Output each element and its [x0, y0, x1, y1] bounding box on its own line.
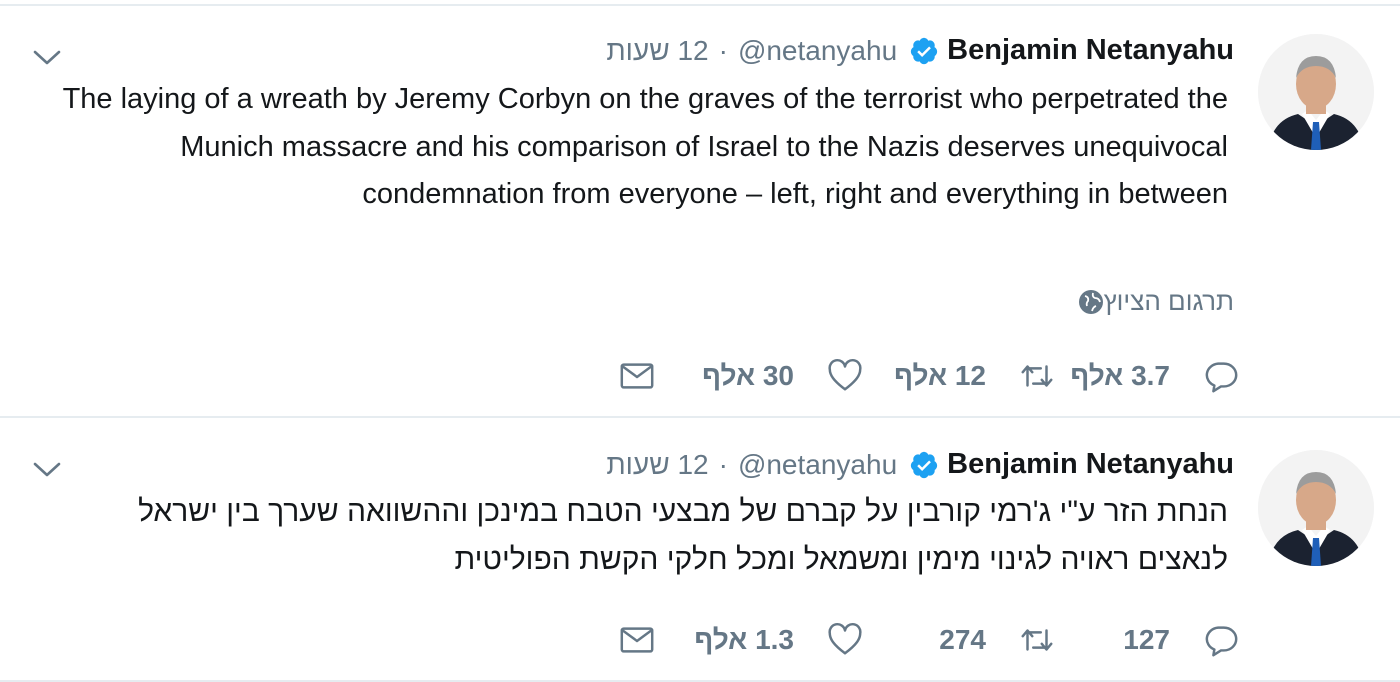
like-count: 1.3 אלף	[694, 624, 794, 655]
like-icon	[828, 358, 862, 391]
tweet-timestamp[interactable]: 12 שעות	[606, 449, 708, 481]
retweet-icon	[1021, 629, 1053, 651]
avatar[interactable]	[1258, 450, 1374, 566]
tweet-1[interactable]: Benjamin Netanyahu @netanyahu · 12 שעות …	[0, 6, 1400, 416]
separator-dot: ·	[718, 34, 728, 66]
tweet-text: The laying of a wreath by Jeremy Corbyn …	[62, 83, 1228, 210]
tweet-timestamp[interactable]: 12 שעות	[606, 35, 708, 67]
avatar-photo	[1258, 450, 1374, 566]
caret-down-icon[interactable]	[32, 460, 62, 480]
reply-icon	[1205, 362, 1238, 393]
globe-icon	[1078, 289, 1104, 315]
tweet-header: Benjamin Netanyahu @netanyahu · 12 שעות	[606, 448, 1234, 481]
translate-label: תרגום הציוץ	[1103, 286, 1234, 316]
tweet-feed: Benjamin Netanyahu @netanyahu · 12 שעות …	[0, 0, 1400, 682]
avatar[interactable]	[1258, 34, 1374, 150]
retweet-button[interactable]: 274	[939, 618, 1056, 662]
author-handle[interactable]: @netanyahu	[738, 449, 897, 481]
reply-button[interactable]: 3.7 אלף	[1070, 354, 1240, 398]
retweet-icon	[1021, 365, 1053, 387]
direct-message-icon	[620, 363, 654, 389]
tweet-2[interactable]: Benjamin Netanyahu @netanyahu · 12 שעות …	[0, 418, 1400, 682]
like-button[interactable]: 1.3 אלף	[694, 618, 864, 662]
retweet-count: 12 אלף	[894, 360, 986, 391]
translate-tweet-link[interactable]: תרגום הציוץ	[1070, 286, 1234, 317]
verified-badge-icon	[909, 450, 939, 480]
reply-count: 127	[1123, 624, 1170, 655]
like-button[interactable]: 30 אלף	[702, 354, 864, 398]
direct-message-button[interactable]	[618, 618, 656, 662]
avatar-photo	[1258, 34, 1374, 150]
author-name[interactable]: Benjamin Netanyahu	[947, 34, 1234, 67]
caret-down-icon[interactable]	[32, 48, 62, 68]
author-handle[interactable]: @netanyahu	[738, 35, 897, 67]
direct-message-button[interactable]	[618, 354, 656, 398]
direct-message-icon	[620, 627, 654, 653]
retweet-count: 274	[939, 624, 986, 655]
reply-count: 3.7 אלף	[1070, 360, 1170, 391]
verified-badge-icon	[909, 36, 939, 66]
retweet-button[interactable]: 12 אלף	[894, 354, 1056, 398]
tweet-actions: 3.7 אלף 12 אלף 30 אלף	[600, 354, 1240, 398]
reply-icon	[1205, 626, 1238, 657]
tweet-actions: 127 274 1.3 אלף	[600, 618, 1240, 662]
separator-dot: ·	[718, 448, 728, 480]
like-icon	[828, 622, 862, 655]
author-name[interactable]: Benjamin Netanyahu	[947, 448, 1234, 481]
reply-button[interactable]: 127	[1123, 618, 1240, 662]
tweet-text: הנחת הזר ע"י ג'רמי קורבין על קברם של מבצ…	[138, 495, 1228, 576]
like-count: 30 אלף	[702, 360, 794, 391]
tweet-header: Benjamin Netanyahu @netanyahu · 12 שעות	[606, 34, 1234, 67]
